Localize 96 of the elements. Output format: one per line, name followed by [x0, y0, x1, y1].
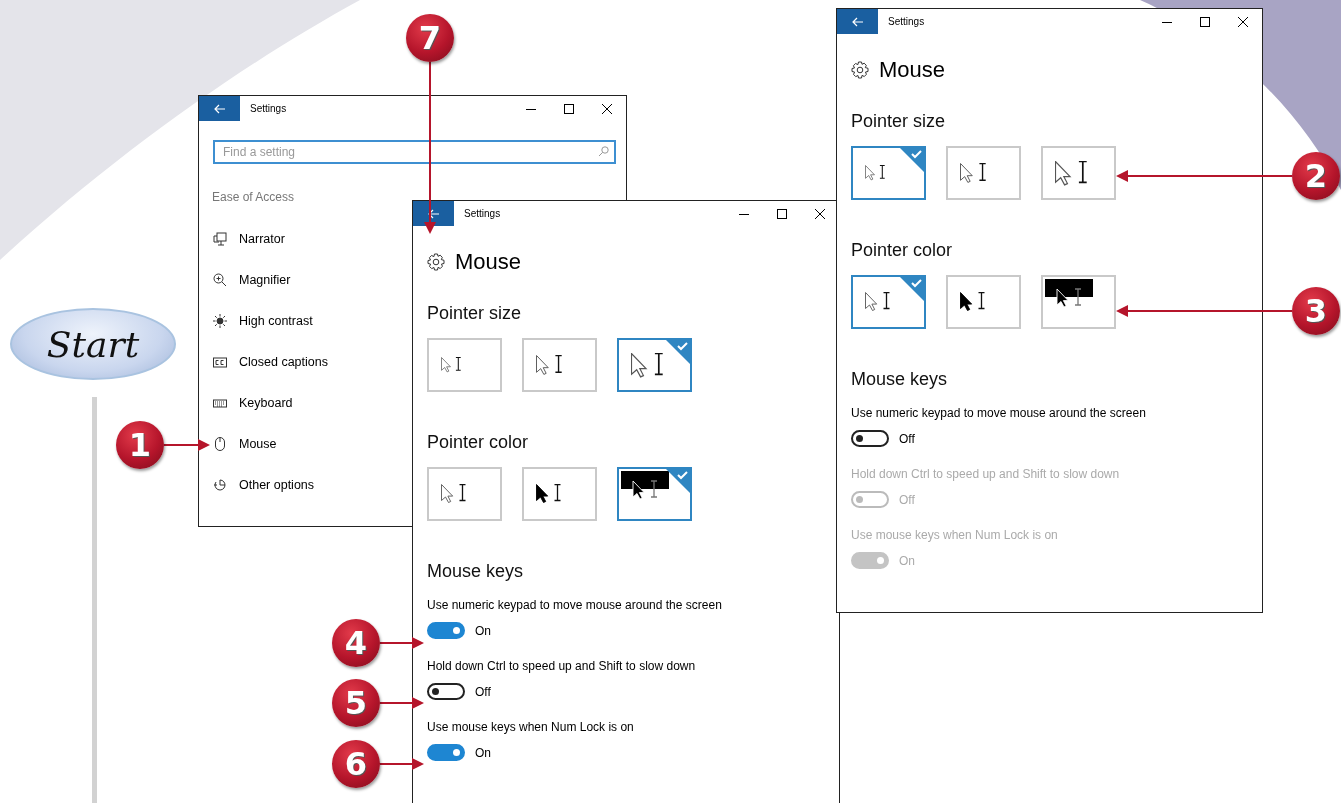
pointer-preview-drawing — [621, 471, 670, 500]
pointer-size-option[interactable] — [1041, 146, 1116, 200]
pointer-color-option[interactable] — [522, 467, 597, 521]
section-heading: Pointer size — [851, 111, 947, 132]
setting-label: Hold down Ctrl to speed up and Shift to slow down — [427, 659, 697, 673]
close-icon[interactable] — [815, 208, 825, 219]
section-heading: Pointer size — [427, 303, 523, 324]
toggle-switch[interactable] — [427, 683, 465, 700]
menu-item[interactable]: Magnifier — [239, 273, 291, 287]
back-button[interactable] — [837, 9, 878, 34]
window-title: Settings — [464, 208, 502, 219]
callout-arrow — [164, 439, 210, 451]
section-heading: Pointer color — [851, 240, 954, 261]
menu-item[interactable]: Mouse — [239, 437, 277, 451]
menu-item-icon — [213, 314, 227, 328]
setting-label: Use numeric keypad to move mouse around the screen — [427, 598, 723, 612]
step-number-badge: 3 — [1292, 287, 1340, 335]
settings-icon — [851, 61, 869, 79]
toggle-switch[interactable] — [851, 430, 889, 447]
toggle-status: Off — [899, 431, 915, 446]
pointer-preview-drawing — [960, 292, 986, 312]
maximize-icon[interactable] — [777, 208, 787, 219]
pointer-preview-drawing — [960, 163, 987, 183]
back-arrow-icon — [851, 16, 864, 27]
toggle-status: Off — [475, 684, 491, 699]
pointer-preview-drawing — [441, 484, 467, 504]
toggle-switch[interactable] — [427, 744, 465, 761]
menu-item[interactable]: Narrator — [239, 232, 285, 246]
pointer-preview-drawing — [1045, 279, 1094, 308]
pointer-color-option[interactable] — [946, 275, 1021, 329]
page-heading: Mouse — [455, 249, 522, 275]
menu-item-icon — [213, 478, 227, 492]
pointer-size-option[interactable] — [617, 338, 692, 392]
pointer-color-option[interactable] — [427, 467, 502, 521]
section-heading: Pointer color — [427, 432, 530, 453]
setting-label: Use numeric keypad to move mouse around the screen — [851, 406, 1147, 420]
pointer-preview-drawing — [631, 352, 664, 378]
step-number-badge: 5 — [332, 679, 380, 727]
check-corner-icon — [900, 277, 924, 301]
pointer-size-option[interactable] — [851, 146, 926, 200]
back-arrow-icon — [213, 103, 226, 114]
toggle-switch[interactable] — [427, 622, 465, 639]
setting-label: Use mouse keys when Num Lock is on — [427, 720, 635, 734]
pointer-preview-drawing — [536, 484, 562, 504]
menu-item[interactable]: Closed captions — [239, 355, 328, 369]
setting-label: Use mouse keys when Num Lock is on — [851, 528, 1059, 542]
callout-arrow — [380, 637, 424, 649]
pointer-size-option[interactable] — [946, 146, 1021, 200]
check-corner-icon — [900, 148, 924, 172]
pointer-preview-drawing — [536, 355, 563, 375]
window-title: Settings — [888, 16, 926, 27]
search-field[interactable]: Find a setting — [213, 140, 616, 164]
toggle-status: On — [475, 623, 491, 638]
toggle-status: Off — [899, 492, 915, 507]
pointer-preview-drawing — [1055, 160, 1088, 186]
back-button[interactable] — [199, 96, 240, 121]
pointer-color-option[interactable] — [1041, 275, 1116, 329]
pointer-preview-drawing — [865, 292, 891, 312]
menu-item[interactable]: Other options — [239, 478, 315, 492]
setting-label: Hold down Ctrl to speed up and Shift to slow down — [851, 467, 1121, 481]
section-heading: Mouse keys — [851, 369, 949, 390]
check-corner-icon — [666, 340, 690, 364]
back-button[interactable] — [413, 201, 454, 226]
toggle-status: On — [899, 553, 915, 568]
menu-item-icon — [213, 437, 227, 451]
menu-item-icon — [213, 232, 227, 246]
pointer-color-option[interactable] — [851, 275, 926, 329]
step-number-badge: 7 — [406, 14, 454, 62]
step-number-badge: 4 — [332, 619, 380, 667]
menu-item-icon — [213, 355, 227, 369]
maximize-icon[interactable] — [564, 103, 574, 114]
pointer-color-option[interactable] — [617, 467, 692, 521]
menu-item[interactable]: High contrast — [239, 314, 313, 328]
section-heading: Ease of Access — [212, 190, 296, 204]
search-icon — [598, 146, 609, 157]
check-corner-icon — [666, 469, 690, 493]
callout-arrow — [380, 697, 424, 709]
pointer-preview-drawing — [865, 165, 886, 181]
menu-item[interactable]: Keyboard — [239, 396, 293, 410]
close-icon[interactable] — [602, 103, 612, 114]
pointer-preview-drawing — [441, 357, 462, 373]
settings-icon — [427, 253, 445, 271]
start-badge: Start — [10, 308, 176, 380]
menu-item-icon — [213, 273, 227, 287]
page-heading: Mouse — [879, 57, 946, 83]
close-icon[interactable] — [1238, 16, 1248, 27]
step-number-badge: 1 — [116, 421, 164, 469]
toggle-status: On — [475, 745, 491, 760]
step-number-badge: 6 — [332, 740, 380, 788]
pointer-size-option[interactable] — [522, 338, 597, 392]
window-title: Settings — [250, 103, 288, 114]
menu-item-icon — [213, 396, 227, 410]
step-number-badge: 2 — [1292, 152, 1340, 200]
callout-arrow — [380, 758, 424, 770]
section-heading: Mouse keys — [427, 561, 525, 582]
maximize-icon[interactable] — [1200, 16, 1210, 27]
